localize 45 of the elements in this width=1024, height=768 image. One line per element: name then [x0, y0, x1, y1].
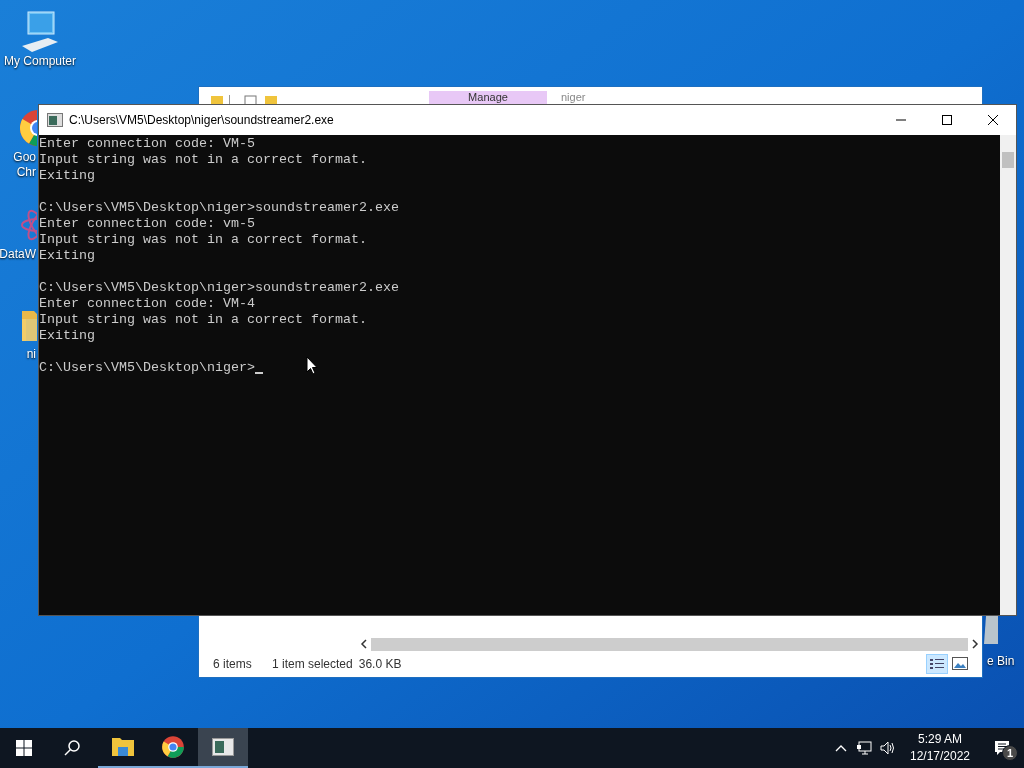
scroll-left-icon[interactable]	[359, 639, 369, 649]
console-line: Enter connection code: VM-5	[39, 136, 255, 152]
scroll-right-icon[interactable]	[970, 639, 980, 649]
clock-button[interactable]: 5:29 AM 12/17/2022	[900, 728, 980, 768]
desktop-icon-label[interactable]: ni	[26, 347, 36, 362]
chevron-up-icon	[835, 744, 847, 752]
console-line: Enter connection code: vm-5	[39, 216, 255, 232]
maximize-icon	[942, 115, 952, 125]
mouse-pointer-icon	[306, 356, 318, 376]
text-cursor	[254, 372, 263, 374]
status-text: 36.0 KB	[358, 656, 402, 673]
status-text: 6 items	[213, 656, 253, 673]
window-title: C:\Users\VM5\Desktop\niger\soundstreamer2.exe	[69, 112, 334, 129]
console-line: Exiting	[39, 168, 95, 184]
console-line: C:\Users\VM5\Desktop\niger>soundstreamer2.exe	[39, 200, 399, 216]
large-icons-view-icon[interactable]	[952, 657, 968, 671]
console-line: Enter connection code: VM-4	[39, 296, 255, 312]
console-button[interactable]	[198, 728, 248, 768]
console-line: Exiting	[39, 248, 95, 264]
windows-logo-icon	[16, 740, 32, 756]
console-icon	[47, 113, 63, 127]
console-line: Input string was not in a correct format.	[39, 152, 367, 168]
scrollbar-thumb[interactable]	[1002, 152, 1014, 168]
ribbon-tab[interactable]: Manage	[429, 91, 547, 104]
window-title: niger	[561, 91, 586, 104]
file-explorer-icon	[111, 737, 135, 757]
console-line: Input string was not in a correct format.	[39, 232, 367, 248]
search-icon	[64, 740, 80, 756]
details-view-icon[interactable]	[926, 654, 948, 674]
notifications-button[interactable]: 1	[980, 728, 1024, 768]
console-line: Exiting	[39, 328, 95, 344]
desktop-icon-label[interactable]: DataW	[0, 247, 36, 262]
chrome-icon	[161, 735, 185, 759]
close-icon	[988, 115, 998, 125]
horizontal-scrollbar[interactable]	[371, 637, 968, 651]
console-line: C:\Users\VM5\Desktop\niger>soundstreamer2.exe	[39, 280, 399, 296]
console-line: C:\Users\VM5\Desktop\niger>	[39, 360, 255, 376]
desktop-icon-label[interactable]: My Computer	[4, 54, 76, 69]
console-line: Input string was not in a correct format.	[39, 312, 367, 328]
console-icon	[212, 738, 234, 756]
vertical-scrollbar[interactable]	[1000, 135, 1016, 615]
notification-count-badge: 1	[1002, 745, 1018, 761]
status-text: 1 item selected	[272, 656, 353, 673]
desktop-icon-label[interactable]: e Bin	[987, 652, 1015, 670]
desktop-icon-label[interactable]: Goo Chr	[13, 150, 36, 180]
